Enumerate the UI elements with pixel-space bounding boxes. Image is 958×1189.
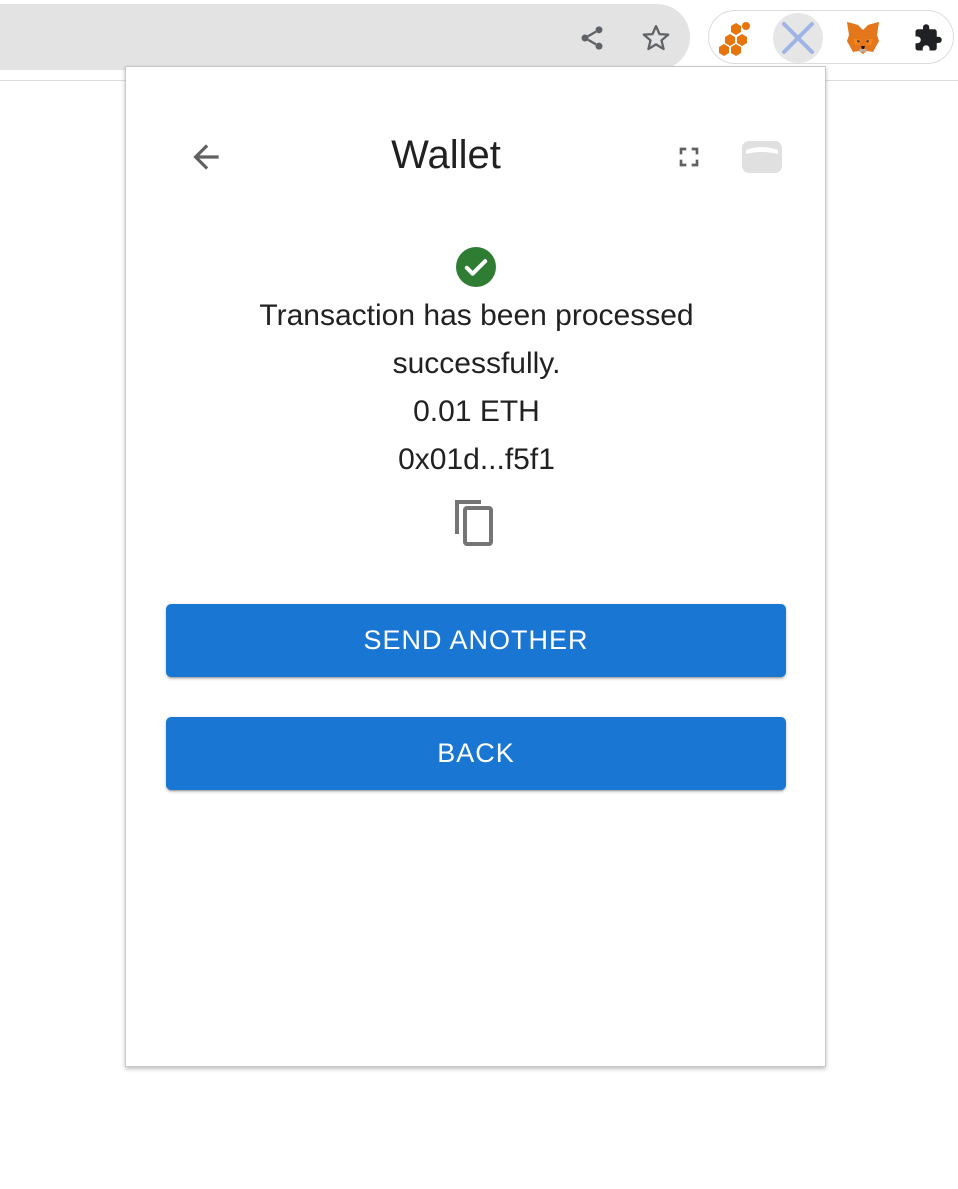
share-icon[interactable] — [576, 22, 608, 54]
fullscreen-icon[interactable] — [669, 137, 709, 177]
wallet-card-icon[interactable] — [740, 137, 784, 177]
copy-icon[interactable] — [452, 497, 500, 549]
transaction-amount: 0.01 ETH — [413, 395, 540, 428]
extensions-bar — [708, 10, 954, 64]
check-circle-icon — [456, 247, 496, 287]
back-button[interactable]: BACK — [166, 717, 786, 790]
honeycomb-extension-icon[interactable] — [712, 13, 762, 63]
status-message-line-2: successfully. — [392, 347, 561, 380]
send-another-button[interactable]: SEND ANOTHER — [166, 604, 786, 677]
puzzle-extensions-icon[interactable] — [903, 13, 953, 63]
status-message-line-1: Transaction has been processed — [259, 299, 694, 332]
metamask-fox-icon[interactable] — [838, 13, 888, 63]
transaction-hash: 0x01d...f5f1 — [398, 443, 555, 476]
star-icon[interactable] — [640, 22, 672, 54]
x-extension-icon[interactable] — [773, 13, 823, 63]
wallet-popup: Wallet Transaction has been processed su… — [125, 66, 826, 1067]
address-bar[interactable] — [0, 4, 690, 70]
